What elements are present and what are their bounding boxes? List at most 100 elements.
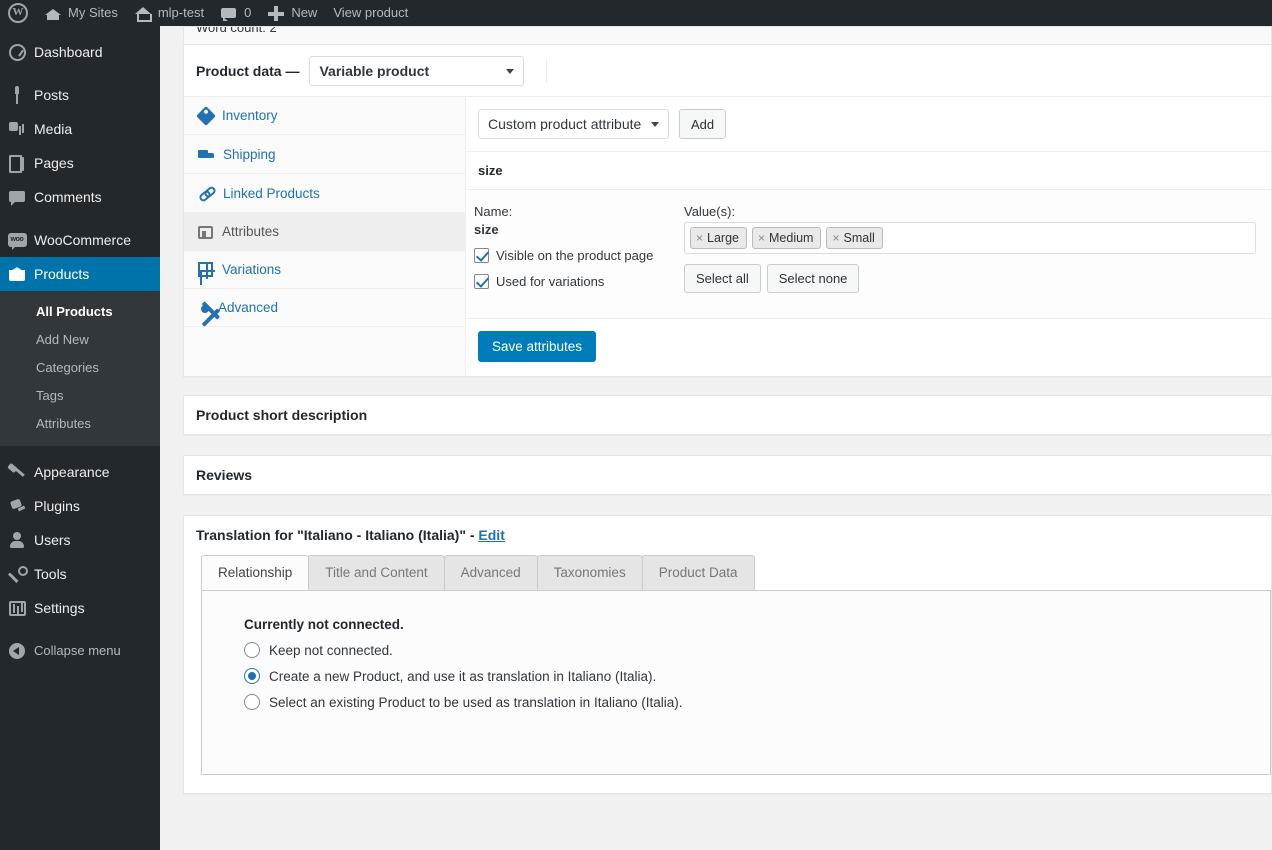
attribute-name-column: Name: size Visible on the product page U… (474, 204, 684, 300)
sidebar-item-users[interactable]: Users (0, 523, 160, 557)
adminbar-comments-count: 0 (244, 5, 252, 20)
add-attribute-select-wrapper: Custom product attribute (478, 109, 669, 139)
radio-create-new-product[interactable] (244, 668, 260, 684)
adminbar-new-label: New (291, 5, 318, 20)
sidebar-label-settings: Settings (34, 600, 85, 616)
reviews-title[interactable]: Reviews (184, 456, 1271, 494)
tab-attributes[interactable]: Attributes (184, 213, 465, 251)
radio-label-keep-not-connected: Keep not connected. (269, 642, 393, 658)
relationship-option-select-existing[interactable]: Select an existing Product to be used as… (244, 694, 1270, 710)
tab-taxonomies[interactable]: Taxonomies (536, 555, 643, 590)
sidebar-item-posts[interactable]: Posts (0, 78, 160, 112)
sidebar-item-settings[interactable]: Settings (0, 591, 160, 625)
radio-keep-not-connected[interactable] (244, 642, 260, 658)
tab-relationship[interactable]: Relationship (201, 555, 310, 590)
tab-advanced[interactable]: Advanced (184, 289, 465, 327)
tab-translation-advanced-link[interactable]: Advanced (445, 556, 537, 590)
sidebar-item-media[interactable]: Media (0, 112, 160, 146)
tab-shipping[interactable]: Shipping (184, 135, 465, 174)
sidebar-label-dashboard: Dashboard (34, 44, 103, 60)
media-icon (0, 112, 34, 146)
tab-label-advanced: Advanced (218, 300, 279, 315)
remove-value-icon[interactable]: × (758, 231, 765, 245)
adminbar-site-name[interactable]: mlp-test (126, 0, 212, 26)
tools-wrench-icon (0, 557, 34, 591)
shipping-truck-icon (198, 146, 214, 162)
sidebar-item-products[interactable]: Products (0, 257, 168, 291)
sidebar-item-tools[interactable]: Tools (0, 557, 160, 591)
value-chip[interactable]: × Medium (752, 227, 822, 249)
attribute-name-label: Name: (474, 204, 513, 219)
attribute-values-input[interactable]: × Large × Medium × Small (684, 222, 1256, 254)
radio-select-existing-product[interactable] (244, 694, 260, 710)
linked-chain-icon (198, 185, 214, 201)
product-type-select[interactable]: Variable product (309, 56, 525, 86)
menu-spacer-4 (0, 625, 160, 634)
adminbar-comments[interactable]: 0 (212, 0, 259, 26)
attributes-toolbar: Custom product attribute Add (466, 97, 1271, 152)
attribute-values-column: Value(s): × Large × Medium × Small Selec… (684, 204, 1259, 300)
tab-taxonomies-link[interactable]: Taxonomies (538, 556, 642, 590)
submenu-item-tags[interactable]: Tags (0, 382, 160, 410)
tab-linked-products[interactable]: Linked Products (184, 174, 465, 213)
submenu-item-attributes[interactable]: Attributes (0, 410, 160, 438)
sidebar-item-plugins[interactable]: Plugins (0, 489, 160, 523)
advanced-gear-icon (201, 305, 209, 313)
adminbar-view-product[interactable]: View product (325, 0, 416, 26)
tab-relationship-link[interactable]: Relationship (202, 556, 308, 590)
add-attribute-select[interactable]: Custom product attribute (478, 109, 669, 139)
sidebar-label-collapse-menu: Collapse menu (34, 643, 121, 658)
attribute-row-header[interactable]: size (466, 152, 1271, 190)
sidebar-item-pages[interactable]: Pages (0, 146, 160, 180)
menu-spacer-top (0, 26, 160, 35)
visible-on-product-page-row[interactable]: Visible on the product page (474, 248, 684, 263)
relationship-option-keep-not-connected[interactable]: Keep not connected. (244, 642, 1270, 658)
adminbar-new-content[interactable]: New (259, 0, 325, 26)
attributes-footer: Save attributes (466, 318, 1271, 376)
admin-bar: My Sites mlp-test 0 New View product (0, 0, 1272, 26)
tab-variations[interactable]: Variations (184, 251, 465, 289)
tab-label-inventory: Inventory (222, 108, 278, 123)
tab-product-data[interactable]: Product Data (641, 555, 755, 590)
sidebar-item-comments[interactable]: Comments (0, 180, 160, 214)
tab-inventory[interactable]: Inventory (184, 97, 465, 135)
remove-value-icon[interactable]: × (696, 231, 703, 245)
tab-product-data-link[interactable]: Product Data (643, 556, 754, 590)
short-description-metabox: Product short description (183, 395, 1272, 435)
used-for-variations-row[interactable]: Used for variations (474, 274, 684, 289)
relationship-option-create-new[interactable]: Create a new Product, and use it as tran… (244, 668, 1270, 684)
select-all-button[interactable]: Select all (684, 264, 761, 293)
radio-label-select-existing-product: Select an existing Product to be used as… (269, 694, 683, 710)
remove-value-icon[interactable]: × (832, 231, 839, 245)
save-attributes-button[interactable]: Save attributes (478, 331, 597, 362)
sidebar-item-collapse-menu[interactable]: Collapse menu (0, 634, 160, 668)
translation-edit-link[interactable]: Edit (478, 527, 504, 543)
sidebar-label-posts: Posts (34, 87, 70, 103)
editor-word-count-bar: Word count: 2 (183, 26, 1272, 44)
adminbar-my-sites[interactable]: My Sites (36, 0, 126, 26)
relationship-panel: Currently not connected. Keep not connec… (201, 590, 1271, 775)
tab-title-and-content[interactable]: Title and Content (308, 555, 445, 590)
adminbar-wordpress-logo[interactable] (0, 0, 36, 26)
sidebar-item-woocommerce[interactable]: WooCommerce (0, 223, 160, 257)
value-chip[interactable]: × Large (690, 227, 747, 249)
value-chip[interactable]: × Small (826, 227, 883, 249)
sidebar-item-appearance[interactable]: Appearance (0, 455, 160, 489)
select-none-button[interactable]: Select none (766, 264, 860, 293)
short-description-title[interactable]: Product short description (184, 396, 1271, 434)
translation-title: Translation for "Italiano - Italiano (It… (184, 516, 1271, 554)
sidebar-item-dashboard[interactable]: Dashboard (0, 35, 160, 69)
menu-spacer-2 (0, 214, 160, 223)
product-type-select-wrapper: Variable product (309, 56, 525, 86)
used-for-variations-label: Used for variations (496, 274, 605, 289)
tab-title-and-content-link[interactable]: Title and Content (309, 556, 443, 590)
submenu-item-all-products[interactable]: All Products (0, 298, 160, 326)
used-for-variations-checkbox[interactable] (474, 274, 489, 289)
add-attribute-button[interactable]: Add (679, 109, 727, 139)
tab-translation-advanced[interactable]: Advanced (443, 555, 538, 590)
visible-checkbox[interactable] (474, 248, 489, 263)
sidebar-label-woocommerce: WooCommerce (34, 232, 131, 248)
submenu-item-add-new[interactable]: Add New (0, 326, 160, 354)
sidebar-label-pages: Pages (34, 155, 74, 171)
submenu-item-categories[interactable]: Categories (0, 354, 160, 382)
